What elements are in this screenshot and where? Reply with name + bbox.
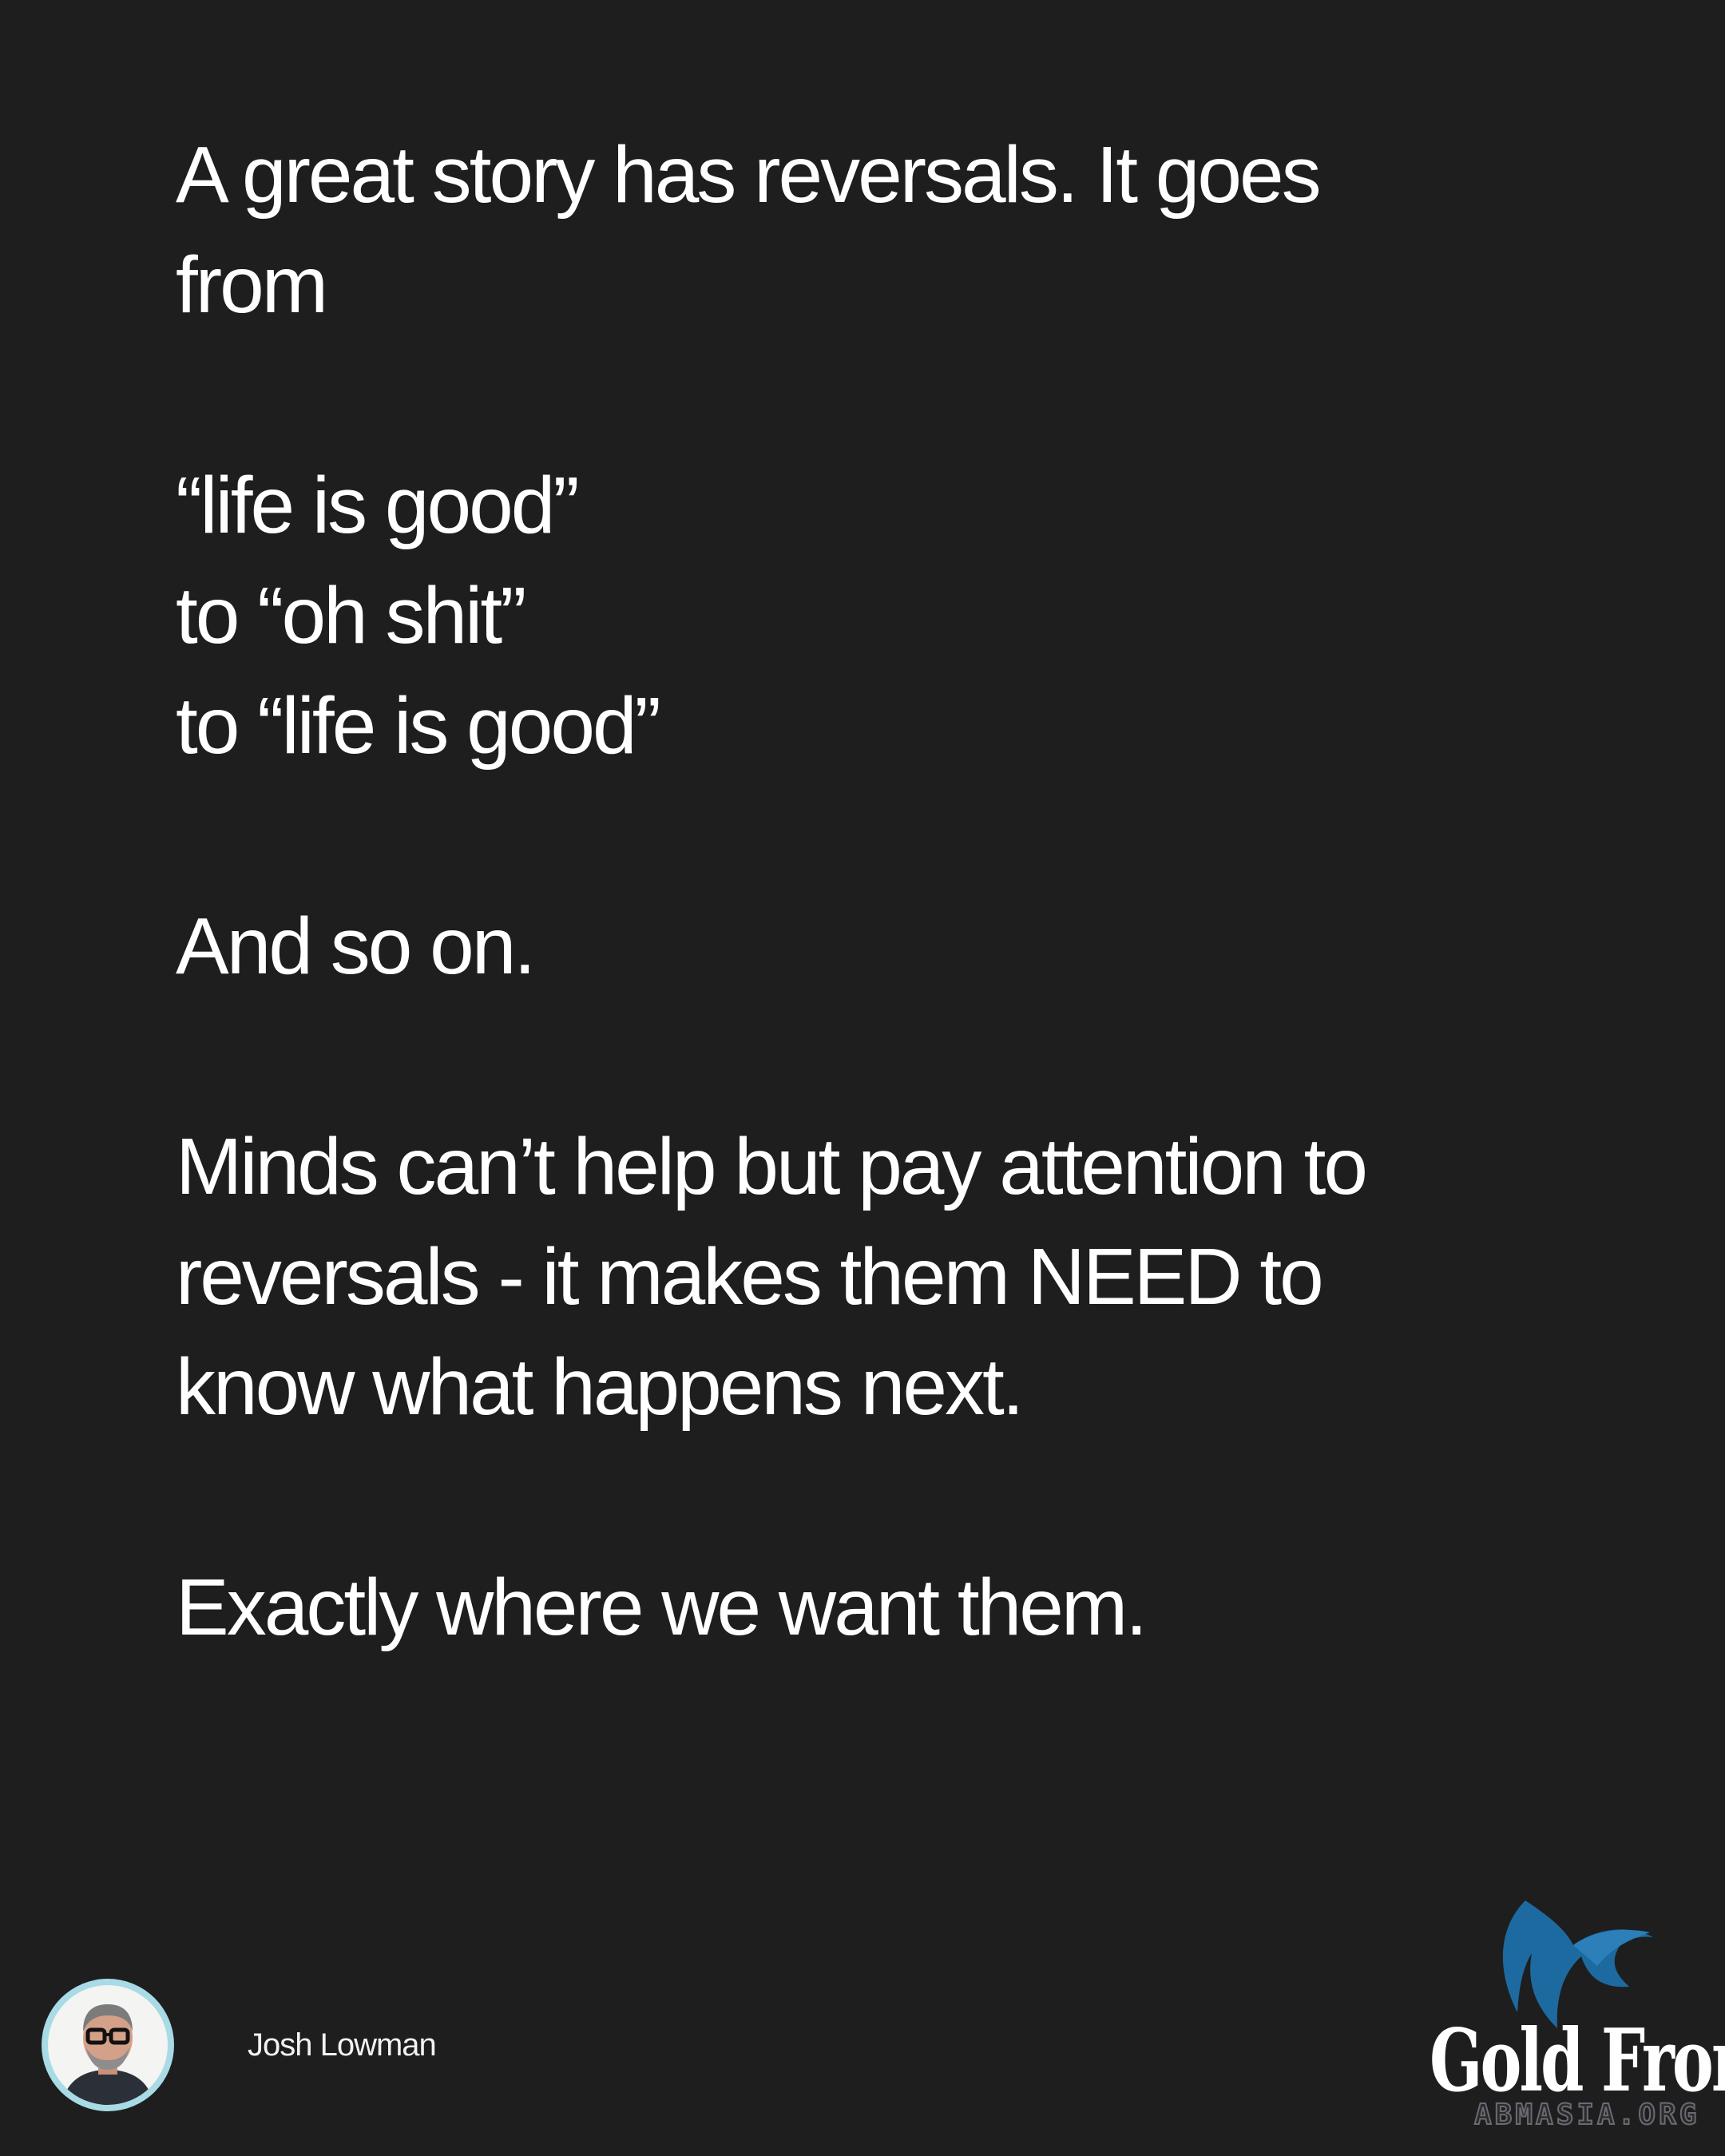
- paragraph: And so on.: [176, 891, 1661, 1001]
- paragraph: “life is good” to “oh shit” to “life is …: [176, 450, 1661, 781]
- post-body: A great story has reversals. It goes fro…: [176, 120, 1661, 1663]
- text-line: to “oh shit”: [176, 571, 526, 660]
- text-line: to “life is good”: [176, 681, 661, 771]
- text-line: A great story has reversals. It goes: [176, 130, 1322, 220]
- brand-site: ABMASIA.ORG: [1473, 2098, 1700, 2132]
- text-line: “life is good”: [176, 461, 580, 550]
- text-line: know what happens next.: [176, 1342, 1025, 1432]
- text-line: from: [176, 240, 328, 330]
- text-line: And so on.: [176, 902, 536, 991]
- person-portrait-icon: [48, 1985, 168, 2105]
- brand-logo: Gold Front ABMASIA.ORG: [1414, 1892, 1725, 2148]
- paragraph: A great story has reversals. It goes fro…: [176, 120, 1661, 340]
- paragraph: Minds can’t help but pay attention to re…: [176, 1112, 1661, 1442]
- text-line: Minds can’t help but pay attention to: [176, 1122, 1368, 1211]
- avatar[interactable]: [42, 1979, 174, 2111]
- author-byline: Josh Lowman: [42, 1979, 437, 2111]
- brand-wordmark: Gold Front: [1430, 2011, 1725, 2111]
- text-line: reversals - it makes them NEED to: [176, 1232, 1324, 1322]
- paragraph: Exactly where we want them.: [176, 1552, 1661, 1663]
- text-line: Exactly where we want them.: [176, 1563, 1148, 1652]
- author-name[interactable]: Josh Lowman: [248, 2027, 437, 2063]
